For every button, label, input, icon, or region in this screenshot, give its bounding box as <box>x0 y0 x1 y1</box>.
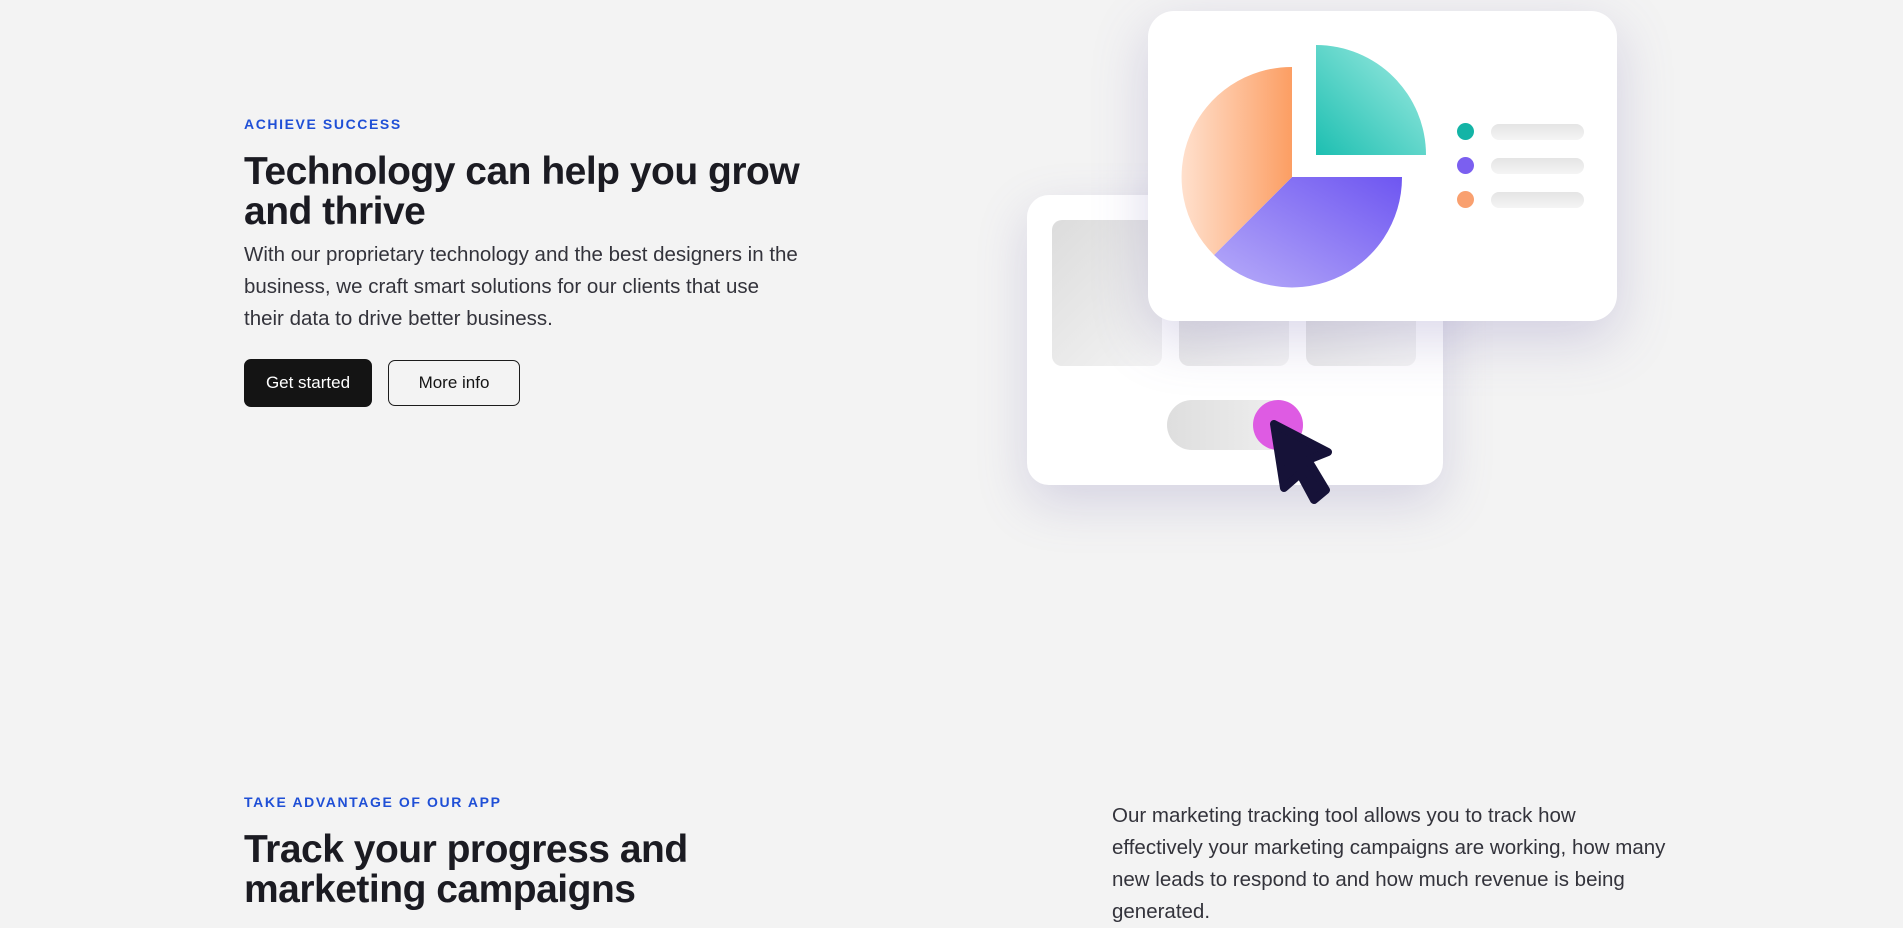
section2-title: Track your progress and marketing campai… <box>244 828 688 911</box>
pie-slice-teal <box>1316 45 1426 155</box>
more-info-button[interactable]: More info <box>388 360 520 406</box>
pointer-arrow-icon <box>1270 420 1332 504</box>
hero-description: With our proprietary technology and the … <box>244 243 798 330</box>
placeholder-block <box>1052 220 1162 366</box>
section2-description: Our marketing tracking tool allows you t… <box>1112 804 1666 923</box>
legend-dot-teal <box>1457 123 1474 140</box>
legend-dot-violet <box>1457 157 1474 174</box>
section2-eyebrow: TAKE ADVANTAGE OF OUR APP <box>244 794 502 810</box>
pie-chart-card <box>1148 11 1617 321</box>
dashboard-illustration <box>980 0 1640 520</box>
get-started-button[interactable]: Get started <box>244 359 372 407</box>
hero-title: Technology can help you grow and thrive <box>244 150 800 233</box>
legend-dot-peach <box>1457 191 1474 208</box>
hero-eyebrow: ACHIEVE SUCCESS <box>244 116 402 132</box>
legend-placeholder <box>1491 158 1584 174</box>
legend-placeholder <box>1491 124 1584 140</box>
legend-placeholder <box>1491 192 1584 208</box>
